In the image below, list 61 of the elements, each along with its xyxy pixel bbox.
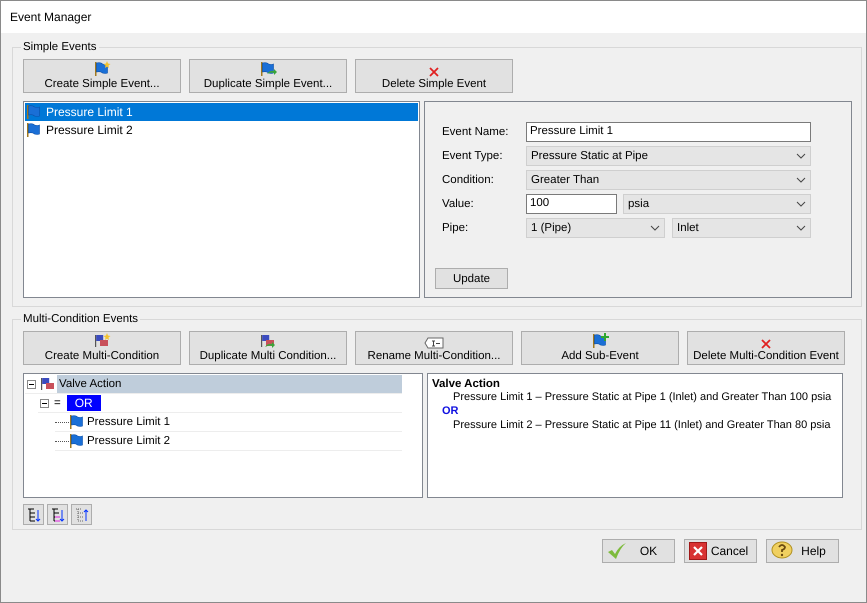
- dialog-button[interactable]: OK: [602, 539, 675, 563]
- toolbar-button[interactable]: Duplicate Simple Event...: [189, 59, 347, 93]
- dropdown[interactable]: Greater Than: [526, 170, 811, 190]
- collapse-toggle[interactable]: [40, 398, 51, 408]
- text-field[interactable]: 100: [526, 194, 617, 214]
- cancel-icon: [689, 542, 707, 560]
- tree-item[interactable]: Valve Action: [57, 375, 402, 393]
- group-title: Multi-Condition Events: [22, 313, 140, 325]
- flags-icon: [39, 377, 57, 391]
- toolbar-button[interactable]: Delete Multi-Condition Event: [687, 331, 845, 365]
- tree-tool-button[interactable]: [23, 504, 44, 525]
- flag-plus-icon: [591, 333, 609, 349]
- flags-arrow-icon: [259, 333, 277, 349]
- condition-text: Pressure Limit 2 – Pressure Static at Pipe 11 (Inlet) and Greater Than 80 psia: [452, 418, 832, 432]
- tree-expand-icon: [26, 508, 40, 522]
- operator-item[interactable]: OR: [66, 395, 101, 411]
- field-label: Event Name:: [442, 126, 510, 138]
- flags-star-icon: [93, 333, 111, 349]
- description-title: Valve Action: [432, 378, 501, 390]
- condition-text: Pressure Limit 1 – Pressure Static at Pipe 1 (Inlet) and Greater Than 100 psia: [452, 390, 832, 404]
- dropdown[interactable]: Pressure Static at Pipe: [526, 146, 811, 166]
- dialog-button[interactable]: Cancel: [684, 539, 757, 563]
- tree-collapse-icon: [50, 508, 64, 522]
- list-item[interactable]: Pressure Limit 1: [25, 103, 418, 121]
- cross-icon: [429, 67, 439, 77]
- operator-text: OR: [441, 404, 460, 418]
- tree-tool-button[interactable]: [47, 504, 68, 525]
- flag-icon: [26, 122, 42, 138]
- help-icon: [771, 541, 793, 561]
- checkmark-icon: [607, 542, 627, 560]
- tag-icon: [424, 337, 444, 349]
- field-label: Event Type:: [442, 150, 504, 162]
- field-label: Condition:: [442, 174, 495, 186]
- tree-item[interactable]: Pressure Limit 2: [85, 432, 402, 450]
- collapse-toggle[interactable]: [27, 380, 38, 388]
- toolbar-button[interactable]: Duplicate Multi Condition...: [189, 331, 347, 365]
- dropdown[interactable]: 1 (Pipe): [526, 218, 665, 238]
- cross-icon: [761, 339, 771, 349]
- flag-icon: [69, 433, 85, 449]
- field-label: Value:: [442, 198, 475, 210]
- toolbar-button[interactable]: Delete Simple Event: [355, 59, 513, 93]
- operator-sign: =: [54, 397, 61, 409]
- group-title: Simple Events: [22, 41, 98, 53]
- toolbar-button[interactable]: Add Sub-Event: [521, 331, 679, 365]
- flag-arrow-icon: [259, 61, 277, 77]
- dialog-button[interactable]: Help: [766, 539, 839, 563]
- window-title: Event Manager: [10, 10, 92, 24]
- text-field[interactable]: Pressure Limit 1: [526, 122, 811, 142]
- toolbar-button[interactable]: Create Multi-Condition: [23, 331, 181, 365]
- field-label: Pipe:: [442, 222, 470, 234]
- dropdown[interactable]: psia: [623, 194, 811, 214]
- list-item[interactable]: Pressure Limit 2: [25, 121, 418, 139]
- toolbar-button[interactable]: Create Simple Event...: [23, 59, 181, 93]
- flag-icon: [26, 104, 42, 120]
- toolbar-button[interactable]: Rename Multi-Condition...: [355, 331, 513, 365]
- tree-sort-icon: [74, 508, 88, 522]
- dropdown[interactable]: Inlet: [672, 218, 811, 238]
- flag-icon: [69, 414, 85, 430]
- flag-star-icon: [93, 61, 111, 77]
- update-button[interactable]: Update: [435, 268, 508, 289]
- tree-item[interactable]: Pressure Limit 1: [85, 413, 402, 431]
